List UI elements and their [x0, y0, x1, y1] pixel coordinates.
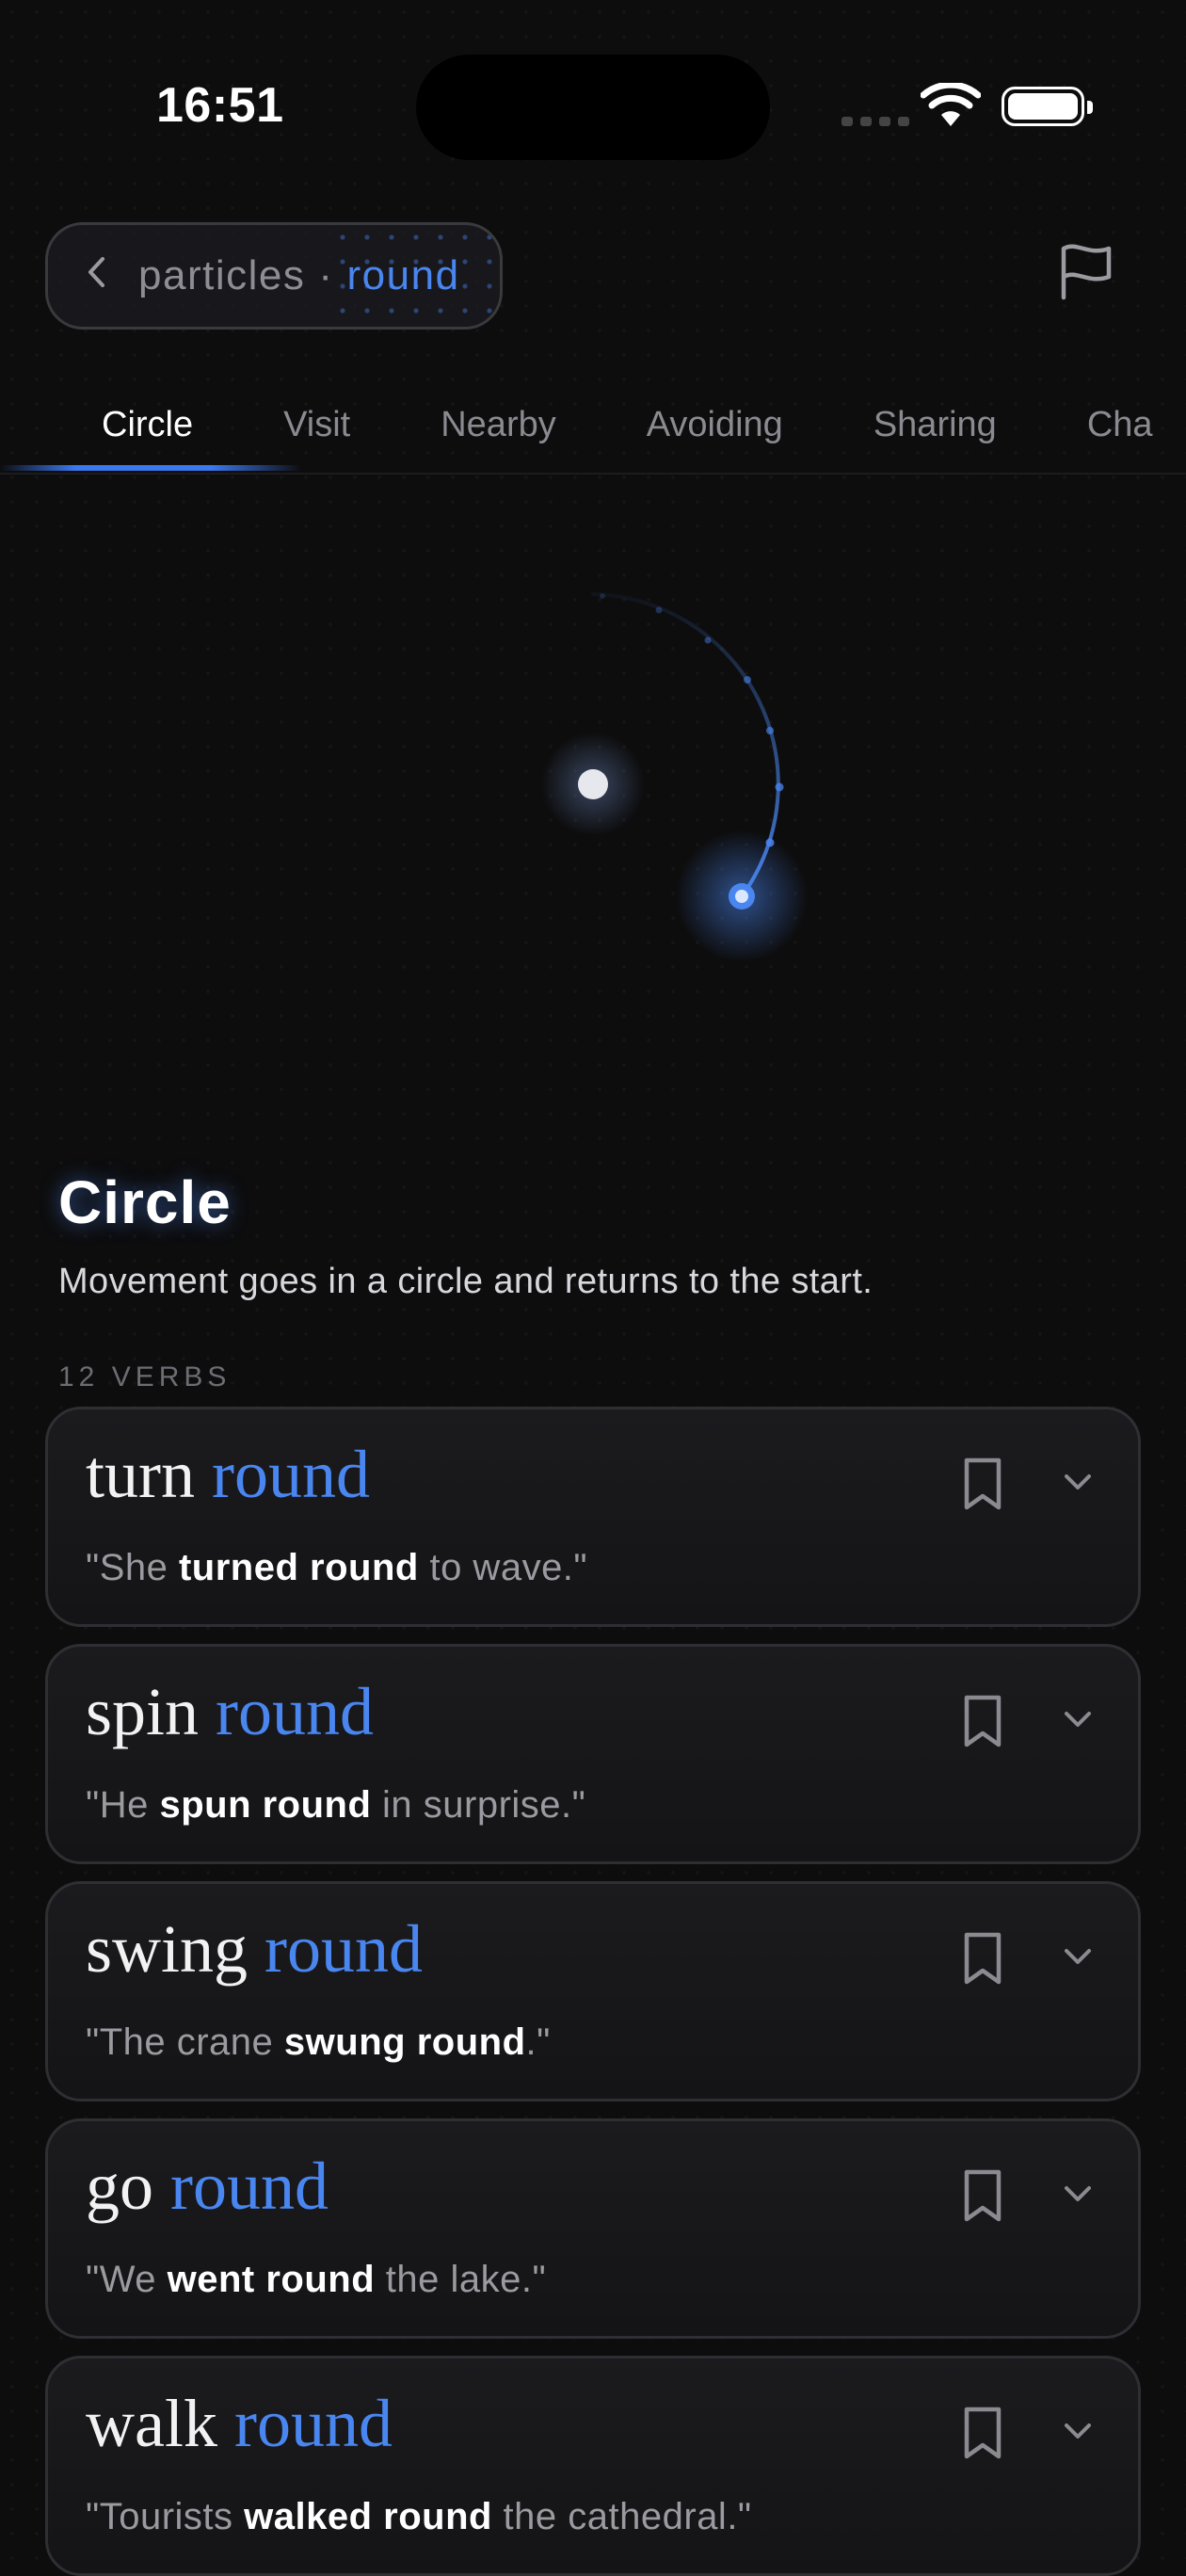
tab-sharing[interactable]: Sharing — [873, 405, 997, 445]
phrasal-verb: swing round — [86, 1910, 423, 1988]
bookmark-icon[interactable] — [959, 1694, 1006, 1748]
chevron-down-icon[interactable] — [1059, 2417, 1097, 2445]
example-highlight: went round — [167, 2259, 376, 2300]
chevron-down-icon[interactable] — [1059, 1468, 1097, 1496]
verb-count-label: 12 VERBS — [58, 1361, 232, 1393]
verb-particle: round — [170, 2149, 329, 2224]
dynamic-island — [416, 55, 770, 160]
bookmark-icon[interactable] — [959, 1457, 1006, 1511]
verb-card[interactable]: walk round "Tourists walked round the ca… — [45, 2356, 1141, 2576]
example-text: the cathedral." — [491, 2496, 752, 2537]
example-text: the lake." — [375, 2259, 547, 2300]
circle-motion-illustration — [0, 527, 1186, 1092]
phrasal-verb: spin round — [86, 1673, 374, 1751]
verb-card[interactable]: spin round "He spun round in surprise." — [45, 1644, 1141, 1864]
example-sentence: "We went round the lake." — [86, 2259, 546, 2301]
breadcrumb-current: round — [346, 252, 460, 298]
example-sentence: "He spun round in surprise." — [86, 1784, 585, 1827]
example-text: "We — [86, 2259, 168, 2300]
battery-icon — [1002, 87, 1093, 126]
example-text: ." — [525, 2021, 551, 2063]
report-flag-button[interactable] — [1039, 218, 1133, 324]
bookmark-icon[interactable] — [959, 2168, 1006, 2223]
phrasal-verb: go round — [86, 2148, 329, 2226]
breadcrumb-parent: particles — [138, 252, 306, 298]
example-sentence: "She turned round to wave." — [86, 1547, 587, 1589]
verb-base: turn — [86, 1437, 195, 1512]
example-text: "The crane — [86, 2021, 284, 2063]
example-highlight: swung round — [283, 2021, 526, 2063]
verb-list: turn round "She turned round to wave." s… — [45, 1407, 1141, 2576]
phrasal-verb: walk round — [86, 2385, 393, 2463]
example-text: in surprise." — [371, 1784, 586, 1826]
verb-card[interactable]: turn round "She turned round to wave." — [45, 1407, 1141, 1627]
breadcrumb-separator: · — [318, 252, 334, 298]
chevron-down-icon[interactable] — [1059, 1942, 1097, 1971]
verb-base: swing — [86, 1911, 248, 1987]
verb-particle: round — [216, 1674, 375, 1749]
active-tab-indicator — [0, 465, 301, 471]
breadcrumb-back-button[interactable]: particles · round — [45, 222, 503, 330]
verb-card[interactable]: go round "We went round the lake." — [45, 2118, 1141, 2339]
verb-base: walk — [86, 2386, 217, 2461]
example-text: "He — [86, 1784, 160, 1826]
tab-circle[interactable]: Circle — [102, 405, 193, 445]
example-text: "She — [86, 1547, 179, 1588]
meaning-description: Movement goes in a circle and returns to… — [58, 1262, 873, 1301]
bookmark-icon[interactable] — [959, 2406, 1006, 2460]
meaning-title: Circle — [58, 1168, 232, 1236]
example-sentence: "The crane swung round." — [86, 2021, 551, 2064]
verb-particle: round — [264, 1911, 424, 1987]
phrasal-verb: turn round — [86, 1436, 370, 1514]
tab-cha[interactable]: Cha — [1087, 405, 1153, 445]
tab-avoiding[interactable]: Avoiding — [647, 405, 783, 445]
example-text: to wave." — [418, 1547, 588, 1588]
cellular-signal-icon — [841, 117, 909, 126]
verb-base: spin — [86, 1674, 200, 1749]
chevron-down-icon[interactable] — [1059, 1705, 1097, 1733]
example-highlight: spun round — [159, 1784, 372, 1826]
flag-icon — [1061, 244, 1112, 300]
verb-particle: round — [233, 2386, 393, 2461]
verb-base: go — [86, 2149, 153, 2224]
status-time: 16:51 — [156, 78, 284, 133]
bookmark-icon[interactable] — [959, 1931, 1006, 1986]
tab-nearby[interactable]: Nearby — [441, 405, 556, 445]
verb-particle: round — [211, 1437, 370, 1512]
example-sentence: "Tourists walked round the cathedral." — [86, 2496, 752, 2538]
tab-visit[interactable]: Visit — [283, 405, 350, 445]
meaning-tabs: Circle Visit Nearby Avoiding Sharing Cha — [0, 377, 1186, 475]
example-text: "Tourists — [86, 2496, 245, 2537]
chevron-left-icon — [86, 255, 106, 298]
chevron-down-icon[interactable] — [1059, 2180, 1097, 2208]
verb-card[interactable]: swing round "The crane swung round." — [45, 1881, 1141, 2101]
example-highlight: walked round — [244, 2496, 492, 2537]
example-highlight: turned round — [178, 1547, 419, 1588]
wifi-icon — [920, 81, 982, 133]
